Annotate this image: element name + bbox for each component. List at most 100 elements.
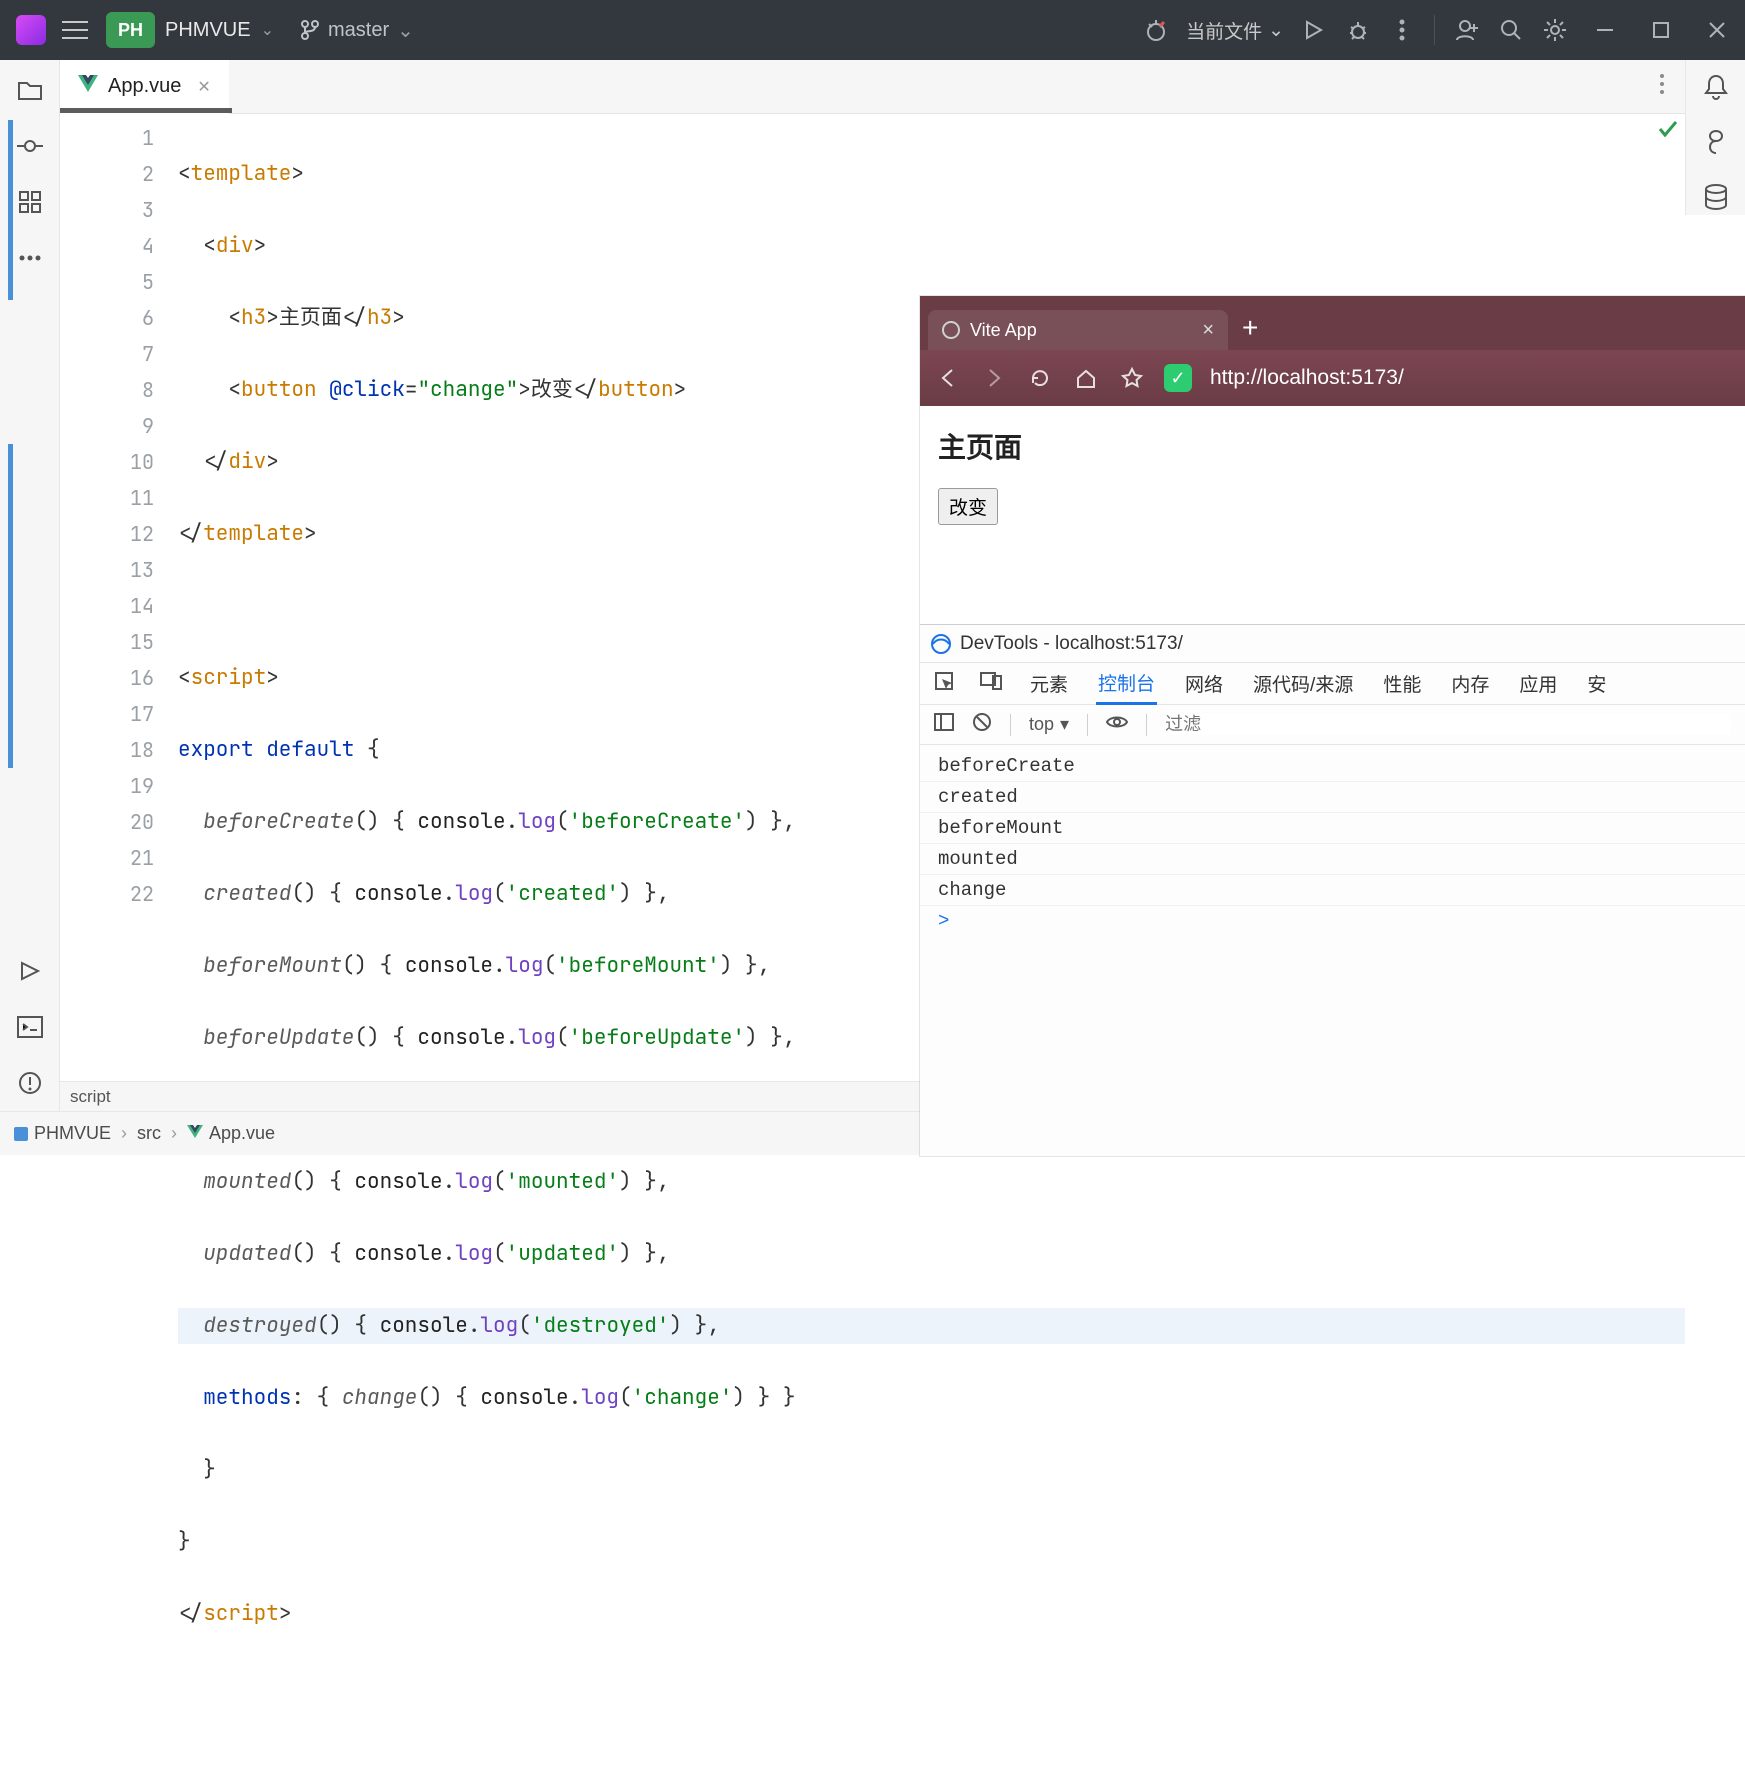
run-tool-icon[interactable]	[14, 955, 46, 987]
debug-button[interactable]	[1336, 0, 1380, 60]
globe-icon	[942, 321, 960, 339]
maximize-button[interactable]	[1633, 0, 1689, 60]
ai-assistant-icon[interactable]	[1703, 129, 1729, 160]
vcs-branch[interactable]: master ⌄	[300, 18, 440, 43]
breadcrumb-label: src	[137, 1123, 161, 1144]
devtools-tab-more[interactable]: 安	[1585, 664, 1608, 703]
close-icon[interactable]: ✕	[197, 77, 210, 97]
line-number: 11	[60, 480, 154, 516]
favorite-button[interactable]	[1118, 367, 1146, 389]
page-heading: 主页面	[938, 426, 1727, 466]
console-line: created	[920, 782, 1745, 813]
chevron-down-icon: ▾	[1060, 714, 1069, 735]
console-context-dropdown[interactable]: top ▾	[1029, 714, 1069, 735]
console-prompt[interactable]: >	[920, 906, 1745, 936]
breadcrumb-node: script	[70, 1087, 111, 1107]
reload-button[interactable]	[1026, 367, 1054, 389]
chevron-down-icon[interactable]: ⌄	[397, 18, 414, 43]
editor-tab[interactable]: App.vue ✕	[60, 60, 229, 114]
chevron-down-icon: ⌄	[1268, 19, 1284, 42]
browser-tab[interactable]: Vite App ×	[928, 310, 1228, 350]
breadcrumb-file[interactable]: App.vue	[187, 1123, 275, 1144]
devtools-tabs: 元素 控制台 网络 源代码/来源 性能 内存 应用 安	[920, 663, 1745, 705]
site-security-icon[interactable]: ✓	[1164, 364, 1192, 392]
console-line: beforeCreate	[920, 751, 1745, 782]
project-name[interactable]: PHMVUE	[165, 19, 251, 42]
close-icon[interactable]: ×	[1202, 319, 1214, 342]
line-number: 7	[60, 336, 154, 372]
devtools-tab-sources[interactable]: 源代码/来源	[1251, 664, 1355, 703]
new-tab-button[interactable]: +	[1242, 312, 1258, 344]
bug-icon[interactable]	[1134, 0, 1178, 60]
console-context-label: top	[1029, 714, 1054, 735]
branch-name: master	[328, 19, 389, 42]
database-icon[interactable]	[1704, 184, 1728, 215]
devtools-tab-application[interactable]: 应用	[1517, 664, 1559, 703]
terminal-tool-icon[interactable]	[14, 1011, 46, 1043]
live-expression-icon[interactable]	[1106, 714, 1128, 735]
run-scope[interactable]: 当前文件 ⌄	[1186, 17, 1284, 44]
breadcrumb-folder[interactable]: src	[137, 1123, 161, 1144]
browser-window: Vite App × + ✓ http://localhost:5173/ 主页…	[920, 296, 1745, 1156]
chevron-down-icon[interactable]: ⌄	[261, 20, 274, 40]
line-number: 16	[60, 660, 154, 696]
line-number: 20	[60, 804, 154, 840]
notifications-icon[interactable]	[1704, 74, 1728, 105]
line-number: 17	[60, 696, 154, 732]
browser-tab-title: Vite App	[970, 320, 1037, 341]
chevron-right-icon: ›	[171, 1123, 177, 1144]
devtools-tab-performance[interactable]: 性能	[1381, 664, 1423, 703]
app-icon	[16, 15, 46, 45]
line-number: 22	[60, 876, 154, 912]
minimize-button[interactable]	[1577, 0, 1633, 60]
devtools-tab-elements[interactable]: 元素	[1028, 664, 1070, 703]
line-number: 18	[60, 732, 154, 768]
console-toolbar: top ▾	[920, 705, 1745, 745]
line-number: 2	[60, 156, 154, 192]
home-button[interactable]	[1072, 367, 1100, 389]
console-line: change	[920, 875, 1745, 906]
back-button[interactable]	[934, 368, 962, 388]
tabs-more-button[interactable]	[1639, 73, 1685, 100]
more-actions-button[interactable]	[1380, 0, 1424, 60]
more-tool-icon[interactable]	[14, 242, 46, 274]
problems-tool-icon[interactable]	[14, 1067, 46, 1099]
line-number: 4	[60, 228, 154, 264]
line-number: 19	[60, 768, 154, 804]
gutter: 1 2 3 4 5 6 7 8 9 10 11 12 13 14 15 16 1…	[60, 114, 178, 1081]
breadcrumb-label: App.vue	[209, 1123, 275, 1144]
devtools-tab-network[interactable]: 网络	[1183, 664, 1225, 703]
project-badge[interactable]: PH	[106, 12, 155, 48]
console-output: beforeCreate created beforeMount mounted…	[920, 745, 1745, 1156]
code-with-me-icon[interactable]	[1445, 0, 1489, 60]
line-number: 3	[60, 192, 154, 228]
console-line: beforeMount	[920, 813, 1745, 844]
devtools-tab-memory[interactable]: 内存	[1449, 664, 1491, 703]
change-button[interactable]: 改变	[938, 488, 998, 525]
active-tab-indicator	[60, 108, 232, 113]
commit-tool-icon[interactable]	[14, 130, 46, 162]
project-tool-icon[interactable]	[14, 74, 46, 106]
settings-icon[interactable]	[1533, 0, 1577, 60]
close-button[interactable]	[1689, 0, 1745, 60]
main-menu-button[interactable]	[62, 20, 88, 40]
devtools-title-text: DevTools - localhost:5173/	[960, 633, 1183, 655]
forward-button[interactable]	[980, 368, 1008, 388]
search-icon[interactable]	[1489, 0, 1533, 60]
inspect-icon[interactable]	[934, 671, 954, 697]
structure-tool-icon[interactable]	[14, 186, 46, 218]
clear-console-icon[interactable]	[972, 712, 992, 737]
browser-tabbar: Vite App × +	[920, 296, 1745, 350]
run-button[interactable]	[1292, 0, 1336, 60]
devtools-tab-console[interactable]: 控制台	[1096, 663, 1157, 705]
vue-file-icon	[187, 1123, 203, 1144]
toggle-sidebar-icon[interactable]	[934, 713, 954, 736]
console-filter-input[interactable]	[1165, 714, 1731, 735]
line-number: 13	[60, 552, 154, 588]
devtools-title: DevTools - localhost:5173/	[920, 625, 1745, 663]
titlebar: PH PHMVUE ⌄ master ⌄ 当前文件 ⌄	[0, 0, 1745, 60]
address-bar[interactable]: http://localhost:5173/	[1210, 366, 1404, 390]
breadcrumb-root[interactable]: PHMVUE	[14, 1123, 111, 1144]
device-toggle-icon[interactable]	[980, 672, 1002, 696]
line-number: 8	[60, 372, 154, 408]
